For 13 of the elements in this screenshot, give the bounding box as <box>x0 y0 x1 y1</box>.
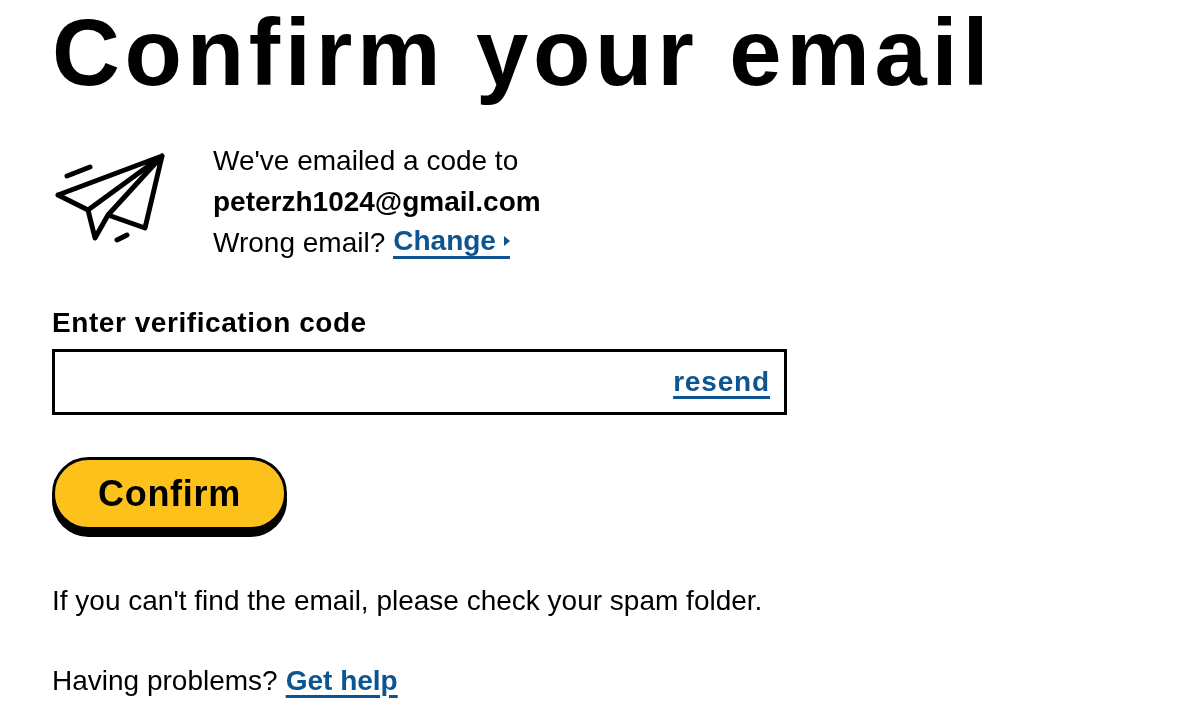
sent-notice-text: We've emailed a code to <box>213 144 519 178</box>
spam-folder-hint: If you can't find the email, please check your spam folder. <box>52 584 763 618</box>
change-link[interactable]: Change <box>393 226 510 259</box>
resend-link[interactable]: resend <box>673 361 770 403</box>
code-input-field[interactable]: resend <box>52 349 787 415</box>
help-prompt: Having problems? <box>52 664 278 698</box>
get-help-link[interactable]: Get help <box>285 661 398 701</box>
caret-icon <box>503 236 510 246</box>
paper-plane-icon <box>55 152 165 244</box>
email-address: peterzh1024@gmail.com <box>213 185 541 219</box>
wrong-email-prompt: Wrong email? <box>213 226 386 260</box>
page-title: Confirm your email <box>52 0 994 106</box>
field-label: Enter verification code <box>52 306 367 340</box>
